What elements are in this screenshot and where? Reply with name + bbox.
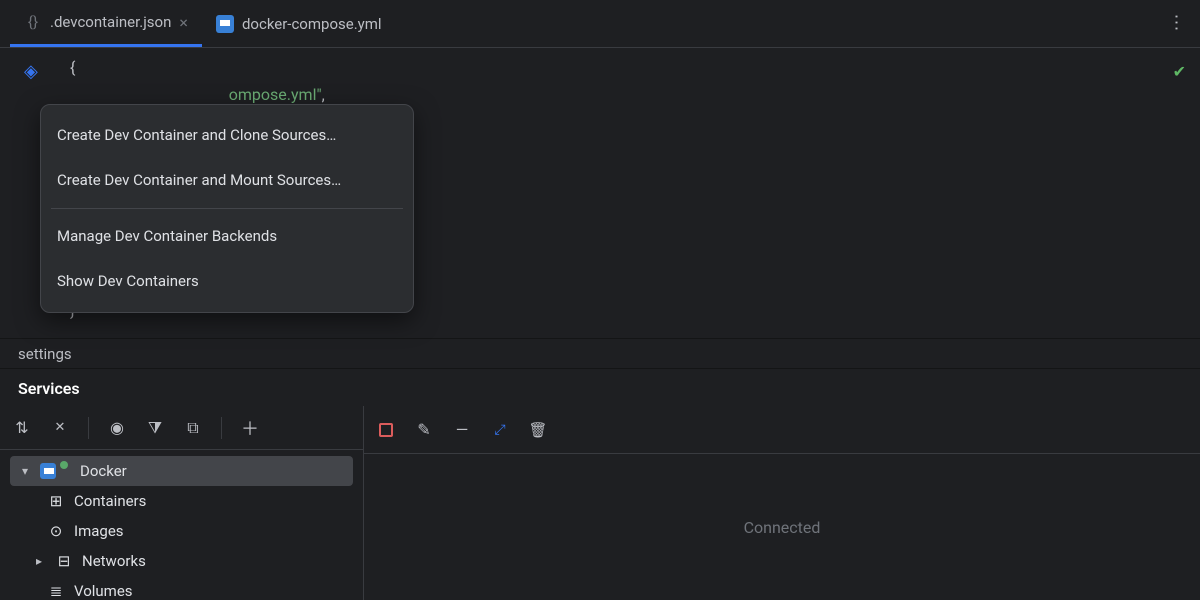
toolbar-divider (88, 417, 89, 439)
code-editor[interactable]: ◈ ✔ { ompose.yml", ", "settings": { "ter… (0, 48, 1200, 338)
networks-icon (54, 551, 74, 571)
volumes-icon (46, 581, 66, 600)
stop-icon[interactable] (376, 420, 396, 440)
editor-tabs: {} .devcontainer.json × docker-compose.y… (0, 0, 1200, 48)
services-tree-toolbar (0, 406, 363, 450)
edit-config-icon[interactable] (414, 420, 434, 440)
expand-collapse-icon[interactable] (12, 418, 32, 438)
add-service-icon[interactable] (240, 418, 260, 438)
code-token: , (322, 85, 325, 104)
tree-node-docker[interactable]: ▾ Docker (10, 456, 353, 486)
menu-item-show-devcontainers[interactable]: Show Dev Containers (41, 259, 413, 304)
tree-node-label: Networks (82, 552, 146, 570)
remove-icon[interactable] (452, 420, 472, 440)
chevron-right-icon[interactable]: ▸ (32, 554, 46, 568)
code-token: { (70, 58, 75, 77)
menu-separator (51, 208, 403, 209)
status-running-badge (60, 461, 68, 469)
toolbar-divider (221, 417, 222, 439)
devcontainer-actions-popup: Create Dev Container and Clone Sources… … (40, 104, 414, 313)
code-token: ompose.yml" (229, 85, 322, 104)
open-in-icon[interactable] (183, 418, 203, 438)
tree-node-networks[interactable]: ▸ Networks (10, 546, 353, 576)
services-tree-pane: ▾ Docker Containers Images ▸ (0, 406, 364, 600)
tab-label: .devcontainer.json (50, 13, 171, 31)
maximize-icon[interactable] (490, 420, 510, 440)
tabs-overflow-menu-icon[interactable]: ⋯ (1166, 14, 1187, 34)
images-icon (46, 521, 66, 541)
docker-icon (40, 463, 56, 479)
tree-node-volumes[interactable]: Volumes (10, 576, 353, 600)
breadcrumb[interactable]: settings (0, 338, 1200, 368)
services-detail-toolbar (364, 406, 1200, 454)
tab-label: docker-compose.yml (242, 15, 382, 33)
menu-item-manage-backends[interactable]: Manage Dev Container Backends (41, 214, 413, 259)
tree-node-label: Volumes (74, 582, 133, 600)
services-tree: ▾ Docker Containers Images ▸ (0, 450, 363, 600)
delete-icon[interactable] (528, 420, 548, 440)
services-detail-pane: Connected (364, 406, 1200, 600)
inspection-ok-icon[interactable]: ✔ (1173, 58, 1186, 85)
services-panel: Services ▾ Docker (0, 368, 1200, 600)
devcontainer-gutter-icon[interactable]: ◈ (24, 58, 38, 85)
json-file-icon: {} (24, 13, 42, 31)
menu-item-create-mount-sources[interactable]: Create Dev Container and Mount Sources… (41, 158, 413, 203)
containers-icon (46, 491, 66, 511)
code-token (70, 85, 229, 104)
tree-node-label: Docker (80, 462, 127, 480)
connection-status-text: Connected (364, 454, 1200, 600)
docker-file-icon (216, 15, 234, 33)
chevron-down-icon[interactable]: ▾ (18, 464, 32, 478)
tree-node-containers[interactable]: Containers (10, 486, 353, 516)
tree-node-images[interactable]: Images (10, 516, 353, 546)
close-panel-icon[interactable] (50, 418, 70, 438)
tab-docker-compose-yml[interactable]: docker-compose.yml (202, 0, 396, 47)
menu-item-create-clone-sources[interactable]: Create Dev Container and Clone Sources… (41, 113, 413, 158)
breadcrumb-segment[interactable]: settings (18, 345, 72, 363)
tree-node-label: Containers (74, 492, 146, 510)
filter-icon[interactable] (145, 418, 165, 438)
panel-title: Services (0, 369, 1200, 406)
tab-devcontainer-json[interactable]: {} .devcontainer.json × (10, 0, 202, 47)
tree-node-label: Images (74, 522, 124, 540)
close-icon[interactable]: × (179, 13, 188, 32)
show-hidden-icon[interactable] (107, 418, 127, 438)
